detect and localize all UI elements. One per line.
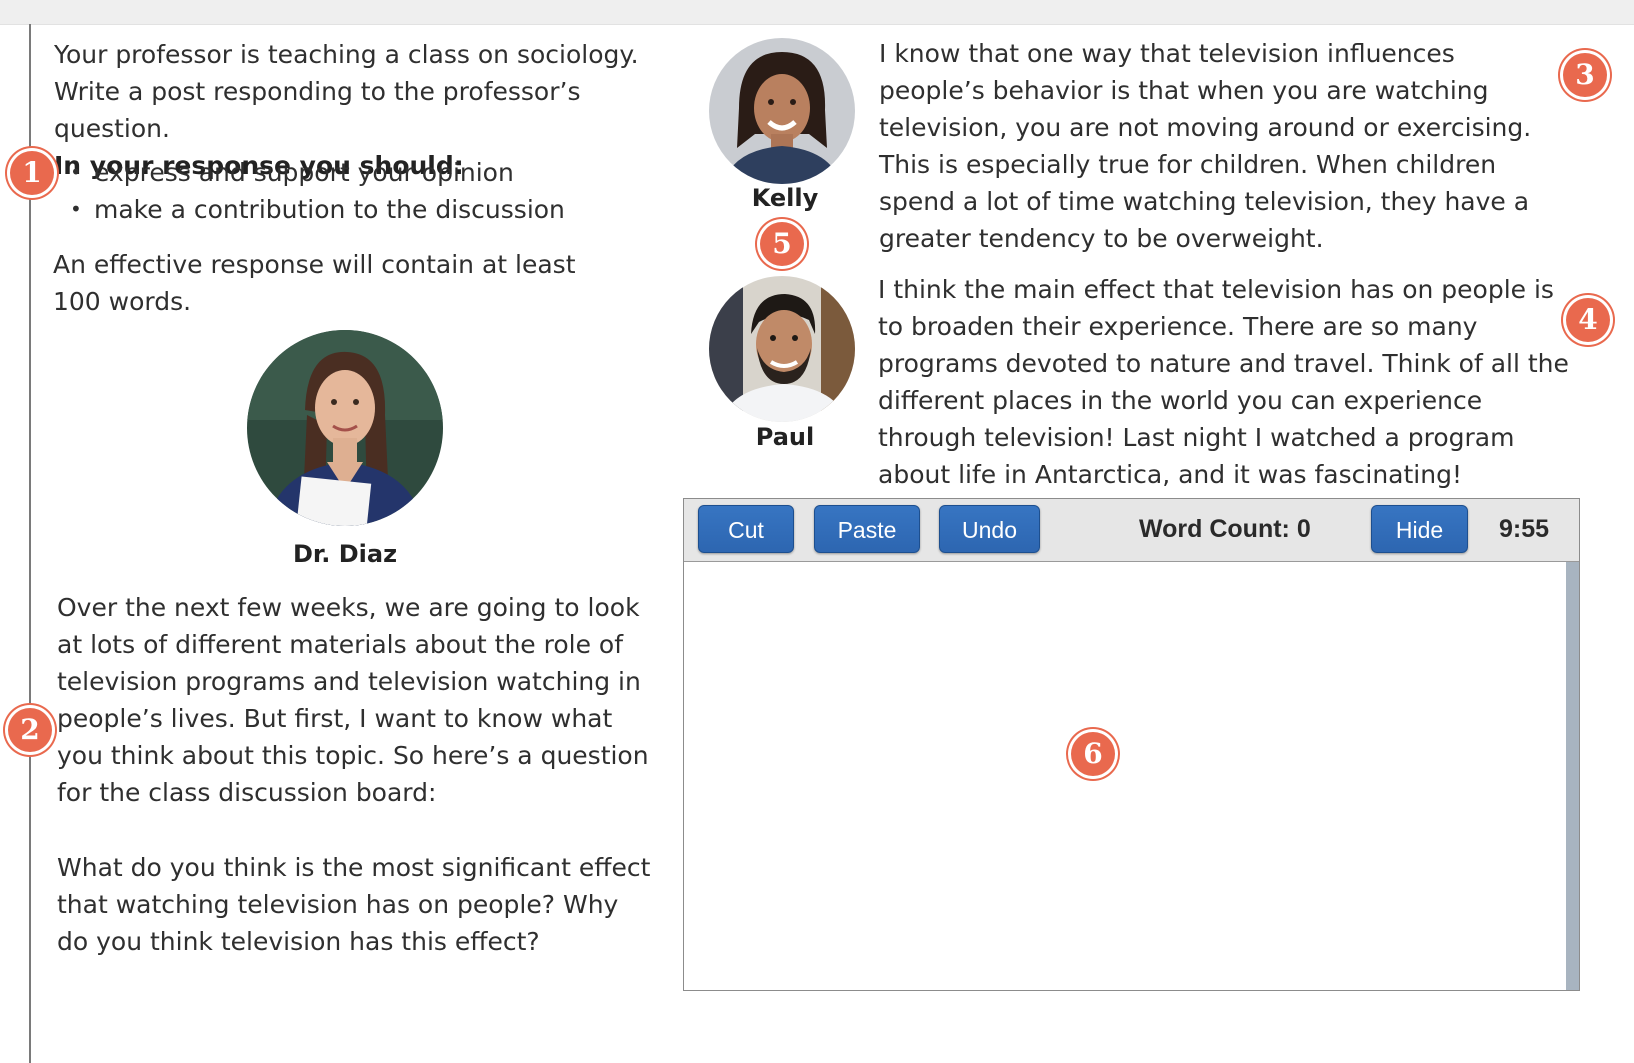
length-note: An effective response will contain at le… <box>53 250 576 316</box>
bullet-item: make a contribution to the discussion <box>68 191 565 228</box>
word-count: Word Count: 0 <box>1139 515 1311 543</box>
editor-scrollbar[interactable] <box>1566 562 1579 990</box>
paul-name: Paul <box>755 423 815 451</box>
professor-question: What do you think is the most significan… <box>57 853 651 956</box>
paste-button[interactable]: Paste <box>814 505 920 553</box>
response-textarea[interactable] <box>685 562 1564 989</box>
editor-toolbar: Cut Paste Undo Word Count: 0 Hide 9:55 <box>684 499 1579 562</box>
annotation-marker-2: 2 <box>8 708 52 752</box>
paul-avatar <box>709 276 855 422</box>
professor-name: Dr. Diaz <box>292 540 398 568</box>
hide-timer-button[interactable]: Hide <box>1371 505 1468 553</box>
annotation-marker-4: 4 <box>1566 298 1610 342</box>
paul-post: I think the main effect that television … <box>878 275 1569 489</box>
bullet-item: express and support your opinion <box>68 154 565 191</box>
kelly-avatar <box>709 38 855 184</box>
cut-button[interactable]: Cut <box>698 505 794 553</box>
response-editor: Cut Paste Undo Word Count: 0 Hide 9:55 <box>683 498 1580 991</box>
undo-button[interactable]: Undo <box>939 505 1040 553</box>
annotation-marker-6: 6 <box>1071 732 1115 776</box>
kelly-post: I know that one way that television infl… <box>879 39 1532 253</box>
instructions-intro: Your professor is teaching a class on so… <box>54 40 639 143</box>
top-bar <box>0 0 1634 25</box>
professor-avatar <box>247 330 443 526</box>
countdown-timer: 9:55 <box>1499 515 1550 543</box>
kelly-name: Kelly <box>751 184 819 212</box>
instructions-bullets: express and support your opinion make a … <box>68 154 565 228</box>
annotation-marker-1: 1 <box>10 151 54 195</box>
professor-post: Over the next few weeks, we are going to… <box>57 593 649 807</box>
annotation-marker-3: 3 <box>1563 53 1607 97</box>
annotation-marker-5: 5 <box>760 222 804 266</box>
